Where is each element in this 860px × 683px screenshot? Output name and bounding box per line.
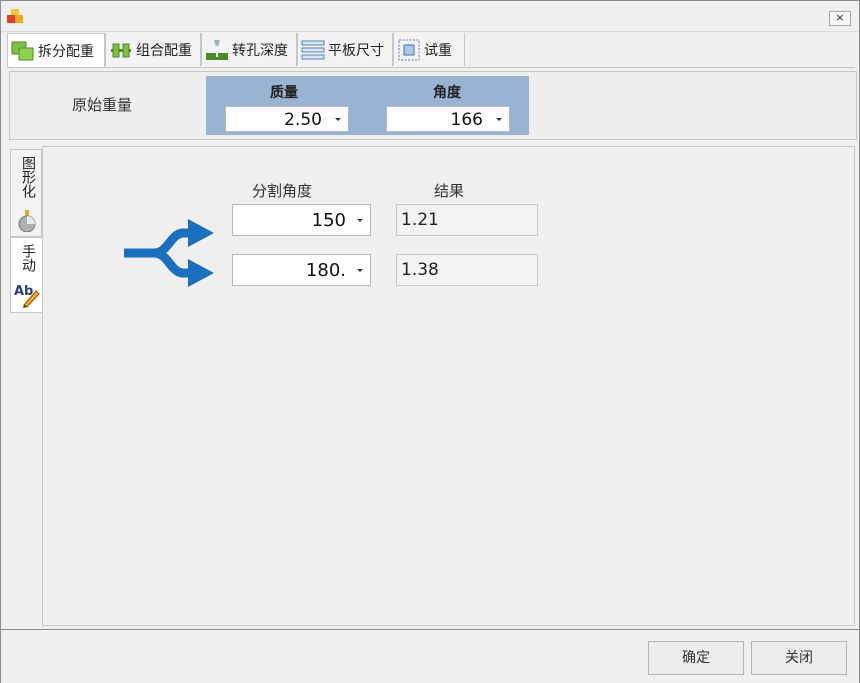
chevron-down-icon[interactable] <box>357 219 363 222</box>
original-weight-label: 原始重量 <box>72 96 133 114</box>
trial-weight-icon <box>398 39 420 60</box>
split-weights-icon <box>11 41 34 61</box>
tab-label: 拆分配重 <box>38 44 94 60</box>
drill-depth-icon <box>206 39 228 60</box>
button-bar: 确定 关闭 <box>1 629 859 683</box>
split-result-1-value: 1.21 <box>401 210 439 230</box>
split-angle-1-combobox[interactable]: 150 <box>232 204 371 236</box>
split-angle-2-value: 180. <box>305 260 346 281</box>
original-weight-group: 质量 角度 2.50 166 <box>206 76 529 135</box>
dialog-window: × 拆分配重 组合配重 转孔深度 平板尺寸 试重 原始重量 质量 角度 2.50… <box>0 0 860 683</box>
original-angle-value: 166 <box>450 110 483 130</box>
split-arrow-icon <box>124 219 214 287</box>
tab-strip-divider <box>7 67 855 68</box>
tab-drill-depth[interactable]: 转孔深度 <box>201 33 297 66</box>
tab-combine-weights[interactable]: 组合配重 <box>105 33 201 66</box>
title-bar: × <box>1 1 859 32</box>
manual-split-content: 分割角度 结果 150 1.21 180. 1.38 <box>42 146 855 626</box>
original-angle-combobox[interactable]: 166 <box>386 106 510 132</box>
side-tab-label: 图形化 <box>20 156 36 198</box>
close-icon: × <box>835 11 845 24</box>
app-icon <box>7 9 23 23</box>
chevron-down-icon[interactable] <box>496 118 502 121</box>
side-tab-manual[interactable]: 手动 Ab <box>10 237 42 313</box>
pie-chart-icon <box>18 210 36 232</box>
plate-size-icon <box>301 40 325 59</box>
tab-strip: 拆分配重 组合配重 转孔深度 平板尺寸 试重 <box>7 33 855 68</box>
tab-split-weights[interactable]: 拆分配重 <box>7 33 105 68</box>
side-tab-graphical[interactable]: 图形化 <box>10 149 42 237</box>
side-tab-strip: 图形化 手动 Ab <box>9 146 42 626</box>
close-button[interactable]: 关闭 <box>751 641 847 675</box>
chevron-down-icon[interactable] <box>335 118 341 121</box>
tab-label: 试重 <box>424 42 452 59</box>
split-panel: 图形化 手动 Ab 分割角度 结果 150 1.21 180. 1.38 <box>9 146 855 626</box>
tab-label: 平板尺寸 <box>328 42 384 59</box>
tab-label: 组合配重 <box>136 42 192 59</box>
combine-weights-icon <box>111 43 131 57</box>
original-weight-panel: 原始重量 质量 角度 2.50 166 <box>9 71 857 140</box>
edit-text-icon: Ab <box>13 284 41 308</box>
side-tab-label: 手动 <box>20 244 36 272</box>
result-header: 结果 <box>434 182 465 200</box>
original-mass-value: 2.50 <box>284 110 322 130</box>
split-angle-header: 分割角度 <box>252 182 313 200</box>
split-angle-1-value: 150 <box>311 210 346 231</box>
close-window-button[interactable]: × <box>829 11 851 26</box>
split-result-2: 1.38 <box>396 254 538 286</box>
chevron-down-icon[interactable] <box>357 269 363 272</box>
mass-header: 质量 <box>270 85 298 101</box>
tab-label: 转孔深度 <box>232 42 288 59</box>
split-result-2-value: 1.38 <box>401 260 439 280</box>
ok-button[interactable]: 确定 <box>648 641 744 675</box>
tab-trial-weight[interactable]: 试重 <box>393 33 465 66</box>
original-mass-combobox[interactable]: 2.50 <box>225 106 349 132</box>
tab-plate-size[interactable]: 平板尺寸 <box>297 33 393 66</box>
split-angle-2-combobox[interactable]: 180. <box>232 254 371 286</box>
angle-header: 角度 <box>433 85 461 101</box>
split-result-1: 1.21 <box>396 204 538 236</box>
